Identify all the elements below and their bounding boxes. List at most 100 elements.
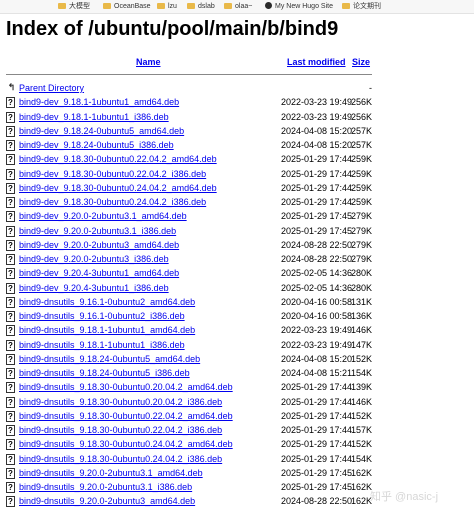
unknown-file-icon: ? <box>6 482 15 493</box>
file-link[interactable]: bind9-dev_9.20.0-2ubuntu3.1_i386.deb <box>19 226 176 236</box>
unknown-file-icon: ? <box>6 111 15 123</box>
file-row: ? bind9-dev_9.18.24-0ubuntu5_amd64.deb 202… <box>0 125 474 139</box>
bookmark-folder[interactable]: 大模型 <box>58 2 90 11</box>
file-size: 279K <box>350 239 372 250</box>
sort-by-size-link[interactable]: Size <box>352 57 370 67</box>
last-modified: 2024-04-08 15:20 <box>281 140 353 150</box>
last-modified: 2025-01-29 17:44 <box>281 154 353 165</box>
file-link[interactable]: bind9-dev_9.18.30-0ubuntu0.22.04.2_amd64… <box>19 154 217 164</box>
file-link[interactable]: bind9-dev_9.20.0-2ubuntu3_i386.deb <box>19 254 169 264</box>
file-link[interactable]: bind9-dev_9.18.30-0ubuntu0.24.04.2_i386.… <box>19 197 206 207</box>
file-row: ? bind9-dev_9.18.30-0ubuntu0.22.04.2_amd6… <box>0 153 474 167</box>
file-link[interactable]: bind9-dnsutils_9.20.0-2ubuntu3.1_i386.de… <box>19 482 192 492</box>
parent-directory-link[interactable]: Parent Directory <box>19 83 84 93</box>
sort-by-last-modified-link[interactable]: Last modified <box>287 57 346 67</box>
file-row: ? bind9-dev_9.20.0-2ubuntu3.1_amd64.deb 20… <box>0 210 474 224</box>
last-modified: 2025-02-05 14:36 <box>281 268 353 279</box>
file-size: 280K <box>350 282 372 293</box>
file-link[interactable]: bind9-dnsutils_9.20.0-2ubuntu3_amd64.deb <box>19 496 195 506</box>
file-link[interactable]: bind9-dnsutils_9.18.30-0ubuntu0.24.04.2_… <box>19 439 233 449</box>
file-size: 279K <box>350 211 372 222</box>
bookmark-folder[interactable]: OceanBase <box>103 2 151 11</box>
file-link[interactable]: bind9-dev_9.20.4-3ubuntu1_amd64.deb <box>19 268 179 278</box>
file-link[interactable]: bind9-dev_9.18.1-1ubuntu1_i386.deb <box>19 112 169 122</box>
file-size: 162K <box>350 496 372 507</box>
file-row: ? bind9-dnsutils_9.16.1-0ubuntu2_i386.deb… <box>0 310 474 324</box>
file-link[interactable]: bind9-dnsutils_9.16.1-0ubuntu2_i386.deb <box>19 311 185 321</box>
unknown-file-icon: ? <box>6 467 15 479</box>
unknown-file-icon: ? <box>6 425 15 436</box>
file-size: 152K <box>350 439 372 450</box>
file-link[interactable]: bind9-dnsutils_9.18.30-0ubuntu0.22.04.2_… <box>19 411 233 421</box>
file-size: 256K <box>350 97 372 108</box>
file-link[interactable]: bind9-dev_9.18.1-1ubuntu1_amd64.deb <box>19 97 179 107</box>
unknown-file-icon: ? <box>6 125 15 137</box>
unknown-file-icon: ? <box>6 453 15 465</box>
last-modified: 2022-03-23 19:49 <box>281 97 353 108</box>
file-size: 162K <box>350 482 372 492</box>
file-link[interactable]: bind9-dev_9.20.0-2ubuntu3_amd64.deb <box>19 240 179 250</box>
file-row: ? bind9-dnsutils_9.18.30-0ubuntu0.20.04.2… <box>0 381 474 395</box>
last-modified: 2024-08-28 22:50 <box>281 496 353 507</box>
file-row: ? bind9-dev_9.18.30-0ubuntu0.24.04.2_i386… <box>0 196 474 210</box>
file-size: 257K <box>350 140 372 150</box>
file-link[interactable]: bind9-dnsutils_9.18.24-0ubuntu5_amd64.de… <box>19 354 200 364</box>
last-modified: 2024-08-28 22:50 <box>281 239 353 250</box>
file-row: ? bind9-dev_9.20.4-3ubuntu1_i386.deb 2025-… <box>0 282 474 296</box>
unknown-file-icon: ? <box>6 325 15 337</box>
folder-icon <box>342 3 350 9</box>
file-link[interactable]: bind9-dev_9.18.24-0ubuntu5_amd64.deb <box>19 126 184 136</box>
file-link[interactable]: bind9-dev_9.20.4-3ubuntu1_i386.deb <box>19 283 169 293</box>
file-link[interactable]: bind9-dnsutils_9.18.30-0ubuntu0.20.04.2_… <box>19 382 233 392</box>
unknown-file-icon: ? <box>6 311 15 322</box>
file-link[interactable]: bind9-dev_9.18.30-0ubuntu0.22.04.2_i386.… <box>19 169 206 179</box>
file-link[interactable]: bind9-dnsutils_9.18.30-0ubuntu0.22.04.2_… <box>19 425 222 435</box>
file-size: 154K <box>350 453 372 464</box>
file-row: ? bind9-dnsutils_9.18.30-0ubuntu0.20.04.2… <box>0 396 474 410</box>
bookmark-folder[interactable]: olaa~ <box>224 2 252 11</box>
last-modified: 2025-02-05 14:36 <box>281 282 353 293</box>
last-modified: 2025-01-29 17:44 <box>281 182 353 193</box>
bookmark-folder[interactable]: dslab <box>187 2 215 11</box>
file-link[interactable]: bind9-dnsutils_9.18.30-0ubuntu0.20.04.2_… <box>19 397 222 407</box>
folder-icon <box>103 3 111 9</box>
file-link[interactable]: bind9-dnsutils_9.20.0-2ubuntu3.1_amd64.d… <box>19 468 203 478</box>
file-link[interactable]: bind9-dnsutils_9.18.30-0ubuntu0.24.04.2_… <box>19 454 222 464</box>
file-link[interactable]: bind9-dnsutils_9.18.24-0ubuntu5_i386.deb <box>19 368 190 378</box>
file-link[interactable]: bind9-dev_9.18.30-0ubuntu0.24.04.2_amd64… <box>19 183 217 193</box>
file-row: ? bind9-dev_9.20.0-2ubuntu3.1_i386.deb 202… <box>0 225 474 239</box>
last-modified: 2025-01-29 17:44 <box>281 425 353 435</box>
file-row: ? bind9-dnsutils_9.18.30-0ubuntu0.24.04.2… <box>0 453 474 467</box>
unknown-file-icon: ? <box>6 140 15 151</box>
last-modified: 2022-03-23 19:49 <box>281 339 353 350</box>
sort-by-name-link[interactable]: Name <box>136 57 161 67</box>
unknown-file-icon: ? <box>6 410 15 422</box>
bookmark-folder[interactable]: lzu <box>157 2 177 11</box>
unknown-file-icon: ? <box>6 211 15 223</box>
file-row: ? bind9-dnsutils_9.18.30-0ubuntu0.24.04.2… <box>0 438 474 452</box>
file-row: ? bind9-dev_9.18.30-0ubuntu0.24.04.2_amd6… <box>0 182 474 196</box>
file-row: ? bind9-dnsutils_9.18.1-1ubuntu1_amd64.de… <box>0 324 474 338</box>
file-size: 280K <box>350 268 372 279</box>
parent-directory-row: ↰ Parent Directory - <box>0 82 474 96</box>
bookmark-site[interactable]: My New Hugo Site <box>265 2 333 11</box>
unknown-file-icon: ? <box>6 168 15 180</box>
last-modified: 2025-01-29 17:45 <box>281 467 353 478</box>
file-size: 279K <box>350 225 372 236</box>
file-link[interactable]: bind9-dnsutils_9.16.1-0ubuntu2_amd64.deb <box>19 297 195 307</box>
last-modified: 2025-01-29 17:44 <box>281 382 353 393</box>
last-modified: 2025-01-29 17:44 <box>281 410 353 421</box>
file-link[interactable]: bind9-dev_9.18.24-0ubuntu5_i386.deb <box>19 140 174 150</box>
file-link[interactable]: bind9-dev_9.20.0-2ubuntu3.1_amd64.deb <box>19 211 187 221</box>
file-size: 131K <box>350 296 372 307</box>
file-row: ? bind9-dnsutils_9.18.24-0ubuntu5_amd64.d… <box>0 353 474 367</box>
file-row: ? bind9-dnsutils_9.20.0-2ubuntu3.1_amd64.… <box>0 467 474 481</box>
bookmark-folder[interactable]: 论文期刊 <box>342 2 381 11</box>
file-link[interactable]: bind9-dnsutils_9.18.1-1ubuntu1_i386.deb <box>19 340 185 350</box>
file-size: 259K <box>350 168 372 179</box>
file-link[interactable]: bind9-dnsutils_9.18.1-1ubuntu1_amd64.deb <box>19 325 195 335</box>
file-size: 279K <box>350 254 372 264</box>
file-size: 136K <box>350 311 372 321</box>
bookmarks-bar: 大模型 OceanBase lzu dslab olaa~ My New Hug… <box>0 0 474 14</box>
unknown-file-icon: ? <box>6 396 15 408</box>
